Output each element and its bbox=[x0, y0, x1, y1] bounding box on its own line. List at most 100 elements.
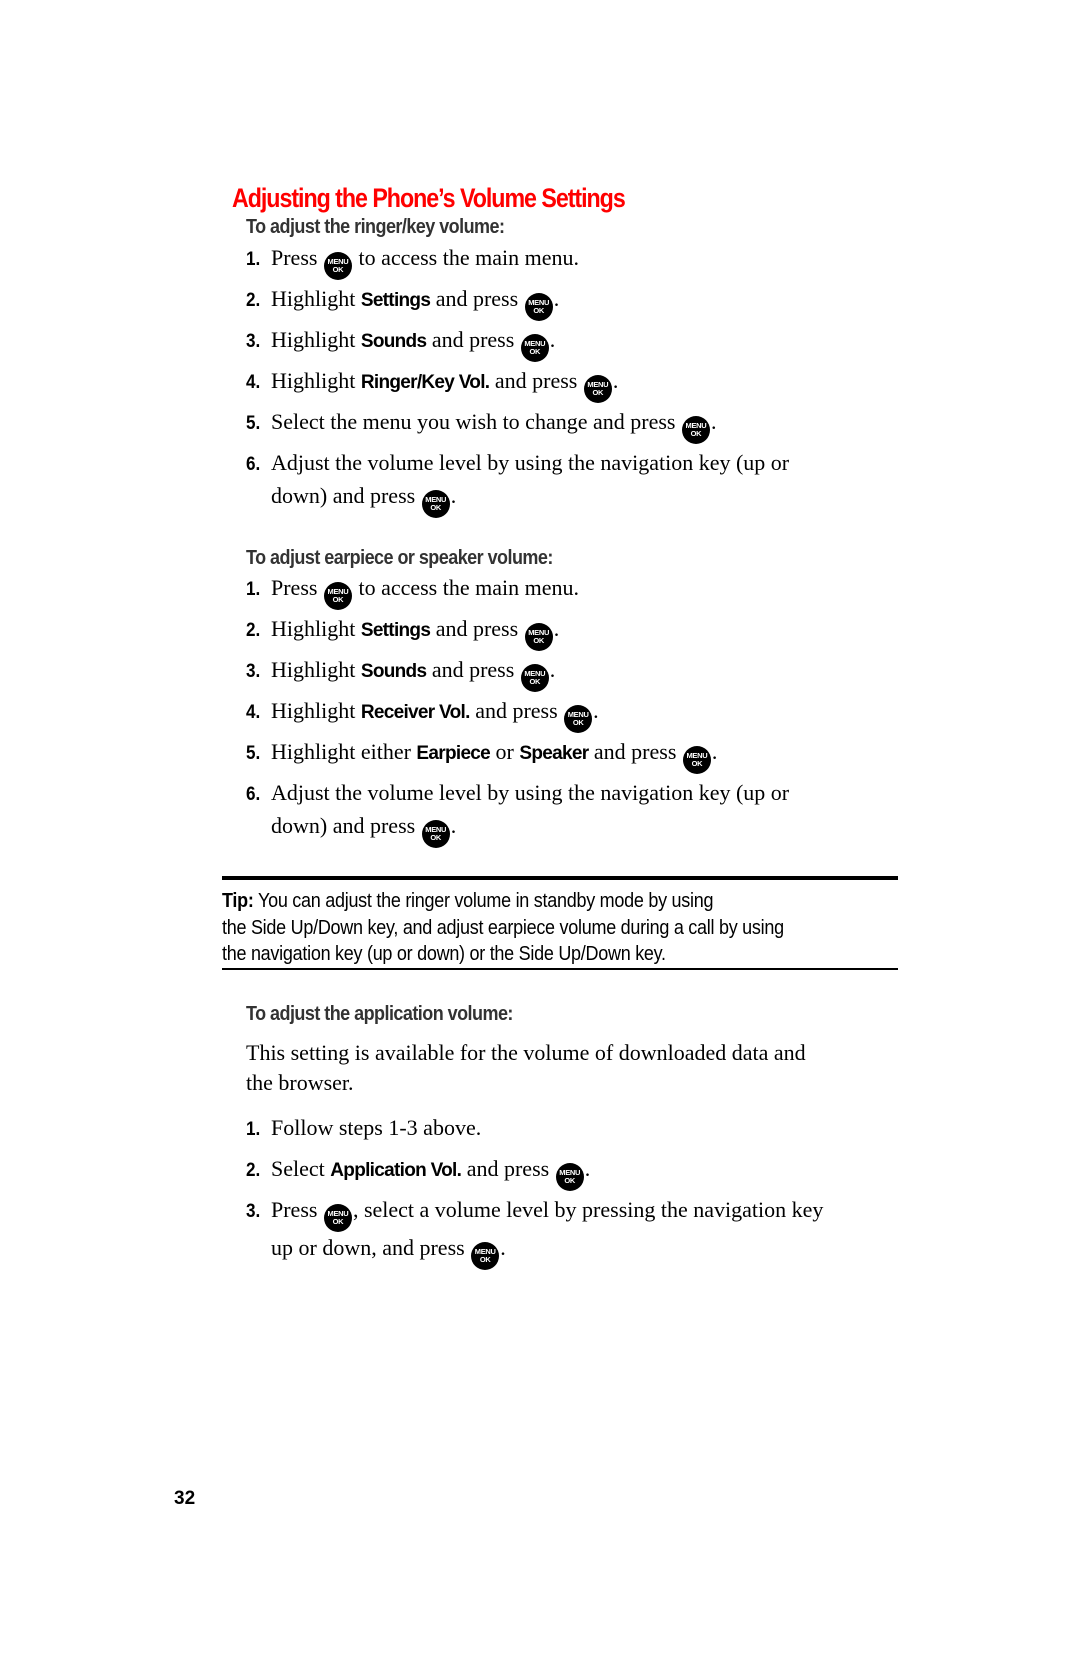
step-number: 4. bbox=[246, 702, 261, 723]
menu-ok-key-icon: MENU OK bbox=[323, 1204, 352, 1232]
step-text: . bbox=[450, 813, 457, 838]
step-text: Select bbox=[271, 1156, 331, 1181]
step-number: 1. bbox=[246, 1119, 261, 1140]
step-text: Highlight either bbox=[271, 739, 417, 764]
menu-item-name: Speaker bbox=[519, 743, 589, 764]
earpiece-step-1: 1. Press MENU OK to access the main menu. bbox=[246, 572, 579, 610]
step-number: 6. bbox=[246, 454, 261, 475]
step-text: . bbox=[450, 483, 457, 508]
step-number: 3. bbox=[246, 1201, 261, 1222]
menu-ok-key-icon: MENU OK bbox=[555, 1163, 584, 1191]
step-text: down) and press bbox=[271, 483, 421, 508]
earpiece-step-5: 5. Highlight either Earpiece or Speaker a… bbox=[246, 736, 717, 774]
step-number: 5. bbox=[246, 413, 261, 434]
step-number: 3. bbox=[246, 661, 261, 682]
tip-line: the navigation key (up or down) or the S… bbox=[222, 943, 666, 965]
menu-item-name: Settings bbox=[360, 620, 431, 641]
step-text: and press bbox=[430, 616, 524, 641]
earpiece-step-4: 4. Highlight Receiver Vol. and press MENU… bbox=[246, 695, 599, 733]
menu-item-name: Application Vol. bbox=[330, 1160, 462, 1181]
menu-ok-key-icon: MENU OK bbox=[323, 582, 352, 610]
step-text: Adjust the volume level by using the nav… bbox=[271, 450, 790, 475]
step-text: . bbox=[549, 327, 556, 352]
step-text: Highlight bbox=[271, 616, 361, 641]
menu-ok-key-icon: MENU OK bbox=[421, 820, 450, 848]
step-text: and press bbox=[430, 286, 524, 311]
menu-ok-key-icon: MENU OK bbox=[681, 416, 710, 444]
step-text: Press bbox=[271, 575, 323, 600]
menu-item-name: Receiver Vol. bbox=[360, 702, 471, 723]
ringer-step-2: 2. Highlight Settings and press MENU OK. bbox=[246, 283, 559, 321]
step-text: Follow steps 1-3 above. bbox=[271, 1115, 482, 1140]
earpiece-step-6: 6. Adjust the volume level by using the n… bbox=[246, 777, 789, 848]
step-text: and press bbox=[469, 698, 564, 723]
step-text: Highlight bbox=[271, 286, 361, 311]
step-number: 1. bbox=[246, 579, 261, 600]
earpiece-step-3: 3. Highlight Sounds and press MENU OK. bbox=[246, 654, 555, 692]
step-number: 1. bbox=[246, 249, 261, 270]
earpiece-step-2: 2. Highlight Settings and press MENU OK. bbox=[246, 613, 559, 651]
step-text: Press bbox=[271, 1197, 323, 1222]
ringer-section-heading: To adjust the ringer/key volume: bbox=[246, 216, 505, 238]
step-text: up or down, and press bbox=[271, 1235, 471, 1260]
menu-ok-key-icon: MENU OK bbox=[421, 490, 450, 518]
menu-ok-key-icon: MENU OK bbox=[323, 252, 352, 280]
step-number: 4. bbox=[246, 372, 261, 393]
tip-line: the Side Up/Down key, and adjust earpiec… bbox=[222, 916, 784, 939]
step-number: 3. bbox=[246, 331, 261, 352]
step-text: and press bbox=[588, 739, 682, 764]
ringer-step-1: 1. Press MENU OK to access the main menu. bbox=[246, 242, 579, 280]
ringer-step-6: 6. Adjust the volume level by using the n… bbox=[246, 447, 789, 518]
menu-item-name: Sounds bbox=[360, 661, 427, 682]
application-section-heading: To adjust the application volume: bbox=[246, 1003, 513, 1025]
menu-item-name: Settings bbox=[360, 290, 431, 311]
step-text: and press bbox=[426, 327, 520, 352]
ringer-step-3: 3. Highlight Sounds and press MENU OK. bbox=[246, 324, 555, 362]
step-text: to access the main menu. bbox=[352, 245, 579, 270]
page-title: Adjusting the Phone’s Volume Settings bbox=[232, 183, 626, 214]
step-text: and press bbox=[461, 1156, 555, 1181]
step-text: or bbox=[490, 739, 520, 764]
intro-line: This setting is available for the volume… bbox=[246, 1040, 806, 1065]
step-number: 2. bbox=[246, 620, 261, 641]
menu-item-name: Sounds bbox=[360, 331, 427, 352]
tip-line: You can adjust the ringer volume in stan… bbox=[253, 890, 714, 912]
step-text: Select the menu you wish to change and p… bbox=[271, 409, 681, 434]
step-text: . bbox=[612, 368, 619, 393]
ringer-step-4: 4. Highlight Ringer/Key Vol. and press ME… bbox=[246, 365, 618, 403]
step-text: Highlight bbox=[271, 327, 361, 352]
step-text: , select a volume level by pressing the … bbox=[352, 1197, 824, 1222]
menu-ok-key-icon: MENU OK bbox=[520, 664, 549, 692]
intro-line: the browser. bbox=[246, 1070, 354, 1095]
earpiece-section-heading: To adjust earpiece or speaker volume: bbox=[246, 547, 553, 569]
application-step-3: 3. Press MENU OK, select a volume level by… bbox=[246, 1194, 823, 1270]
tip-label: Tip: bbox=[222, 890, 254, 912]
step-text: Highlight bbox=[271, 698, 361, 723]
step-number: 6. bbox=[246, 784, 261, 805]
application-step-1: 1. Follow steps 1-3 above. bbox=[246, 1112, 481, 1145]
step-text: Press bbox=[271, 245, 323, 270]
step-text: down) and press bbox=[271, 813, 421, 838]
menu-ok-key-icon: MENU OK bbox=[583, 375, 612, 403]
menu-item-name: Ringer/Key Vol. bbox=[360, 372, 490, 393]
page-number: 32 bbox=[174, 1488, 196, 1509]
step-text: . bbox=[593, 698, 599, 723]
menu-ok-key-icon: MENU OK bbox=[682, 746, 711, 774]
step-text: . bbox=[553, 286, 560, 311]
menu-item-name: Earpiece bbox=[416, 743, 491, 764]
menu-ok-key-icon: MENU OK bbox=[524, 293, 553, 321]
step-text: . bbox=[500, 1235, 506, 1260]
menu-ok-key-icon: MENU OK bbox=[564, 705, 593, 733]
step-number: 5. bbox=[246, 743, 261, 764]
step-text: . bbox=[549, 657, 556, 682]
application-step-2: 2. Select Application Vol. and press MENU… bbox=[246, 1153, 590, 1191]
step-text: and press bbox=[426, 657, 520, 682]
step-text: Highlight bbox=[271, 657, 361, 682]
step-text: . bbox=[710, 409, 717, 434]
menu-ok-key-icon: MENU OK bbox=[520, 334, 549, 362]
tip-box: Tip: You can adjust the ringer volume in… bbox=[222, 876, 898, 970]
menu-ok-key-icon: MENU OK bbox=[524, 623, 553, 651]
step-text: Highlight bbox=[271, 368, 361, 393]
step-number: 2. bbox=[246, 290, 261, 311]
tip-text: Tip: You can adjust the ringer volume in… bbox=[222, 888, 906, 968]
